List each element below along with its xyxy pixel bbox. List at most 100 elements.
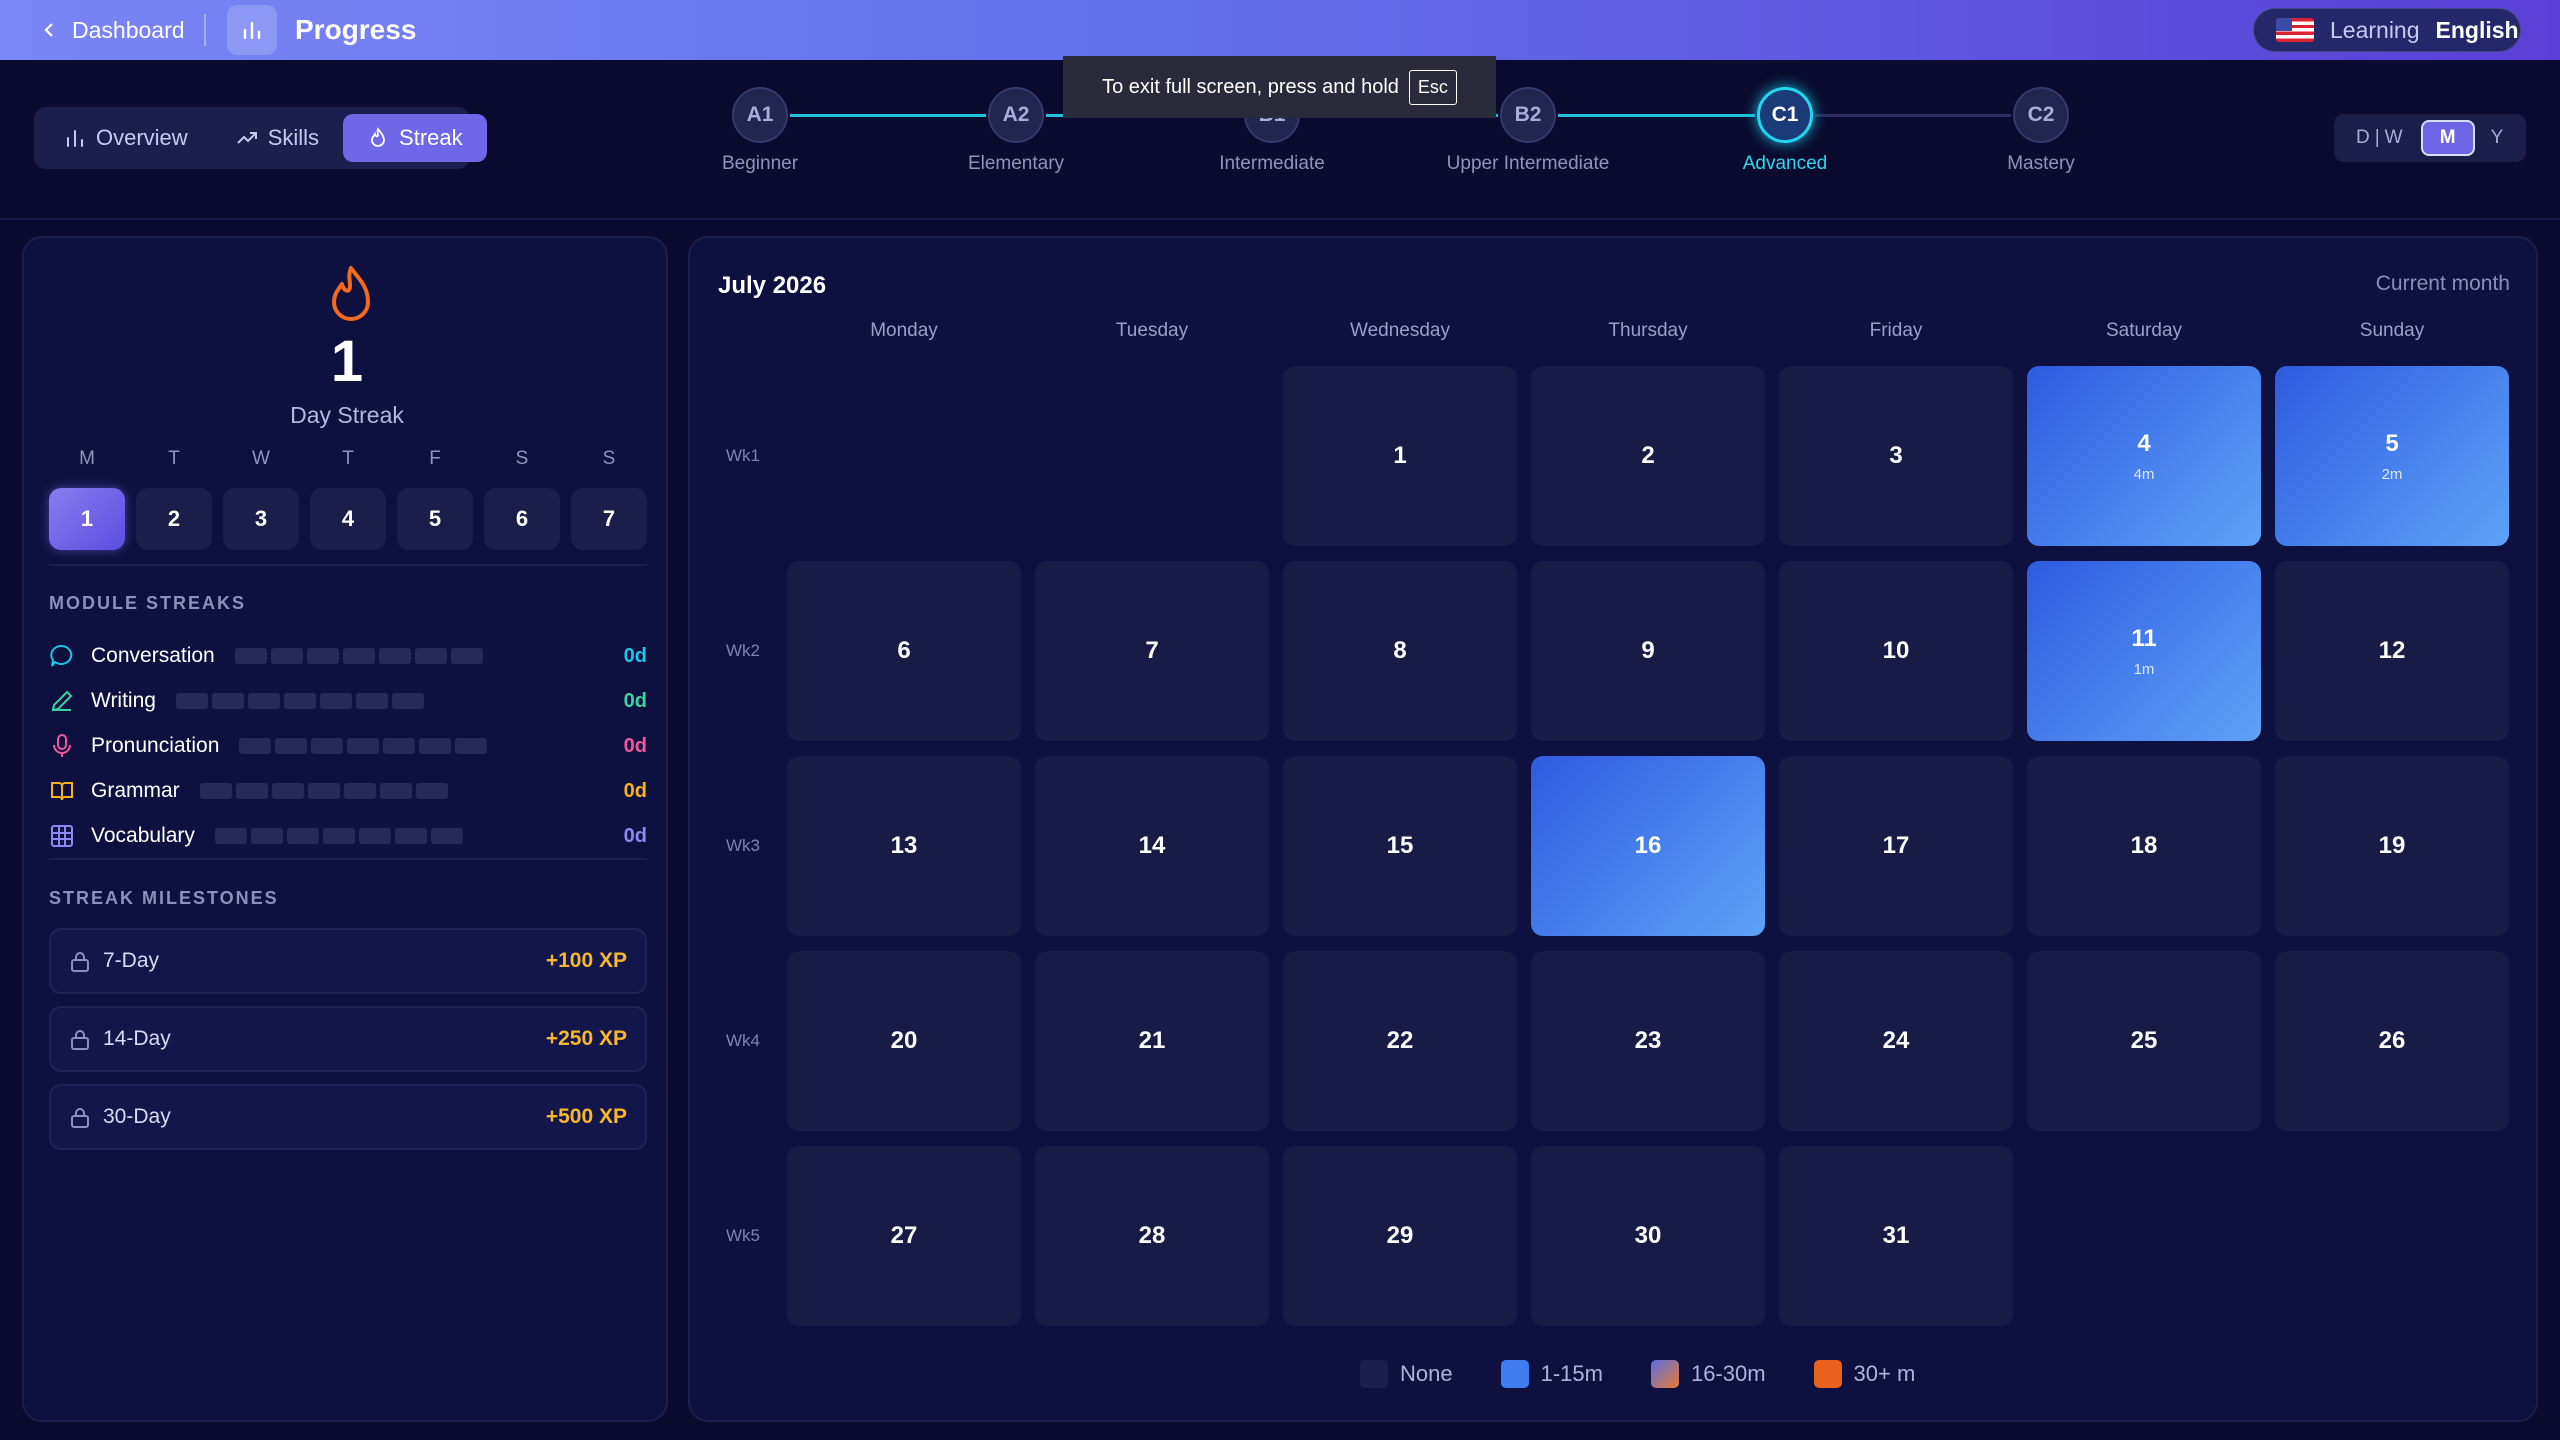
weekday-letter: W bbox=[252, 448, 270, 469]
week-day[interactable]: 2 bbox=[136, 488, 212, 550]
top-divider bbox=[204, 14, 206, 46]
chat-bubble-icon bbox=[50, 644, 73, 667]
day-number: 16 bbox=[1634, 832, 1662, 859]
level-code: A2 bbox=[988, 87, 1044, 143]
calendar-day[interactable]: 3 bbox=[1779, 366, 2013, 546]
calendar-day[interactable]: 31 bbox=[1779, 1146, 2013, 1326]
week-day[interactable]: 5 bbox=[397, 488, 473, 550]
level-code: B2 bbox=[1500, 87, 1556, 143]
trend-up-icon bbox=[236, 132, 257, 144]
streak-bar bbox=[322, 828, 355, 844]
calendar-day[interactable]: 14 bbox=[1035, 756, 1269, 936]
period-week[interactable]: W bbox=[2385, 127, 2403, 149]
tab-overview[interactable]: Overview bbox=[40, 114, 212, 162]
microphone-icon bbox=[53, 734, 71, 757]
level-step-c1[interactable]: C1 Advanced bbox=[1695, 87, 1875, 175]
week-day-column: T2 bbox=[136, 448, 212, 550]
level-code: C2 bbox=[2013, 87, 2069, 143]
calendar-day[interactable]: 11 1m bbox=[2027, 561, 2261, 741]
streak-bar bbox=[379, 783, 412, 799]
tab-streak[interactable]: Streak bbox=[343, 114, 487, 162]
module-row-grammar: Grammar 0d bbox=[49, 776, 647, 806]
day-number: 26 bbox=[2378, 1027, 2406, 1054]
flame-icon bbox=[332, 266, 370, 321]
weekday-header: Saturday bbox=[2105, 320, 2183, 341]
week-day[interactable]: 4 bbox=[310, 488, 386, 550]
week-label: Wk1 bbox=[726, 446, 760, 465]
back-to-dashboard-button[interactable]: Dashboard bbox=[40, 12, 185, 48]
period-month[interactable]: M bbox=[2420, 120, 2475, 156]
module-name: Vocabulary bbox=[91, 824, 195, 847]
calendar-day[interactable]: 28 bbox=[1035, 1146, 1269, 1326]
tab-skills[interactable]: Skills bbox=[212, 114, 343, 162]
week-label: Wk5 bbox=[726, 1226, 760, 1245]
calendar-day[interactable]: 16 bbox=[1531, 756, 1765, 936]
calendar-day[interactable]: 29 bbox=[1283, 1146, 1517, 1326]
day-number: 8 bbox=[1393, 637, 1407, 664]
language-selector[interactable]: Learning English bbox=[2253, 8, 2521, 52]
weekday-letter: F bbox=[429, 448, 441, 469]
day-number: 2 bbox=[1641, 442, 1655, 469]
milestone-row: 7-Day +100 XP bbox=[49, 928, 647, 994]
streak-bar bbox=[414, 648, 447, 664]
calendar-day[interactable]: 9 bbox=[1531, 561, 1765, 741]
streak-bar bbox=[419, 738, 452, 754]
streak-bar bbox=[271, 783, 304, 799]
module-row-writing: Writing 0d bbox=[49, 686, 647, 716]
streak-bar bbox=[211, 693, 244, 709]
week-day[interactable]: 7 bbox=[571, 488, 647, 550]
calendar-day[interactable]: 15 bbox=[1283, 756, 1517, 936]
view-tabs: Overview Skills Streak bbox=[34, 107, 487, 169]
calendar-day[interactable]: 12 bbox=[2275, 561, 2509, 741]
level-step-c2[interactable]: C2 Mastery bbox=[1951, 87, 2131, 175]
day-number: 1 bbox=[1393, 442, 1407, 469]
streak-bar bbox=[319, 693, 352, 709]
day-number: 3 bbox=[1889, 442, 1903, 469]
streak-label: Day Streak bbox=[290, 402, 404, 428]
toast-text: To exit full screen, press and hold bbox=[1102, 75, 1399, 98]
calendar-day[interactable]: 17 bbox=[1779, 756, 2013, 936]
day-number: 6 bbox=[897, 637, 911, 664]
calendar-day[interactable]: 26 bbox=[2275, 951, 2509, 1131]
calendar-day[interactable]: 2 bbox=[1531, 366, 1765, 546]
weekday-letter: T bbox=[342, 448, 354, 469]
calendar-day[interactable]: 1 bbox=[1283, 366, 1517, 546]
streak-bars bbox=[239, 738, 488, 754]
calendar-day[interactable]: 20 bbox=[787, 951, 1021, 1131]
day-number: 5 bbox=[2385, 429, 2399, 457]
calendar-day[interactable]: 6 bbox=[787, 561, 1021, 741]
calendar-day[interactable]: 30 bbox=[1531, 1146, 1765, 1326]
level-step-a1[interactable]: A1 Beginner bbox=[670, 87, 850, 175]
weekday-header: Friday bbox=[1869, 320, 1923, 341]
weekday-letter: S bbox=[602, 448, 616, 469]
calendar-day[interactable]: 5 2m bbox=[2275, 366, 2509, 546]
calendar-day[interactable]: 25 bbox=[2027, 951, 2261, 1131]
calendar-day[interactable]: 10 bbox=[1779, 561, 2013, 741]
week-day[interactable]: 1 bbox=[49, 488, 125, 550]
calendar-day[interactable]: 4 4m bbox=[2027, 366, 2261, 546]
week-day[interactable]: 6 bbox=[484, 488, 560, 550]
period-year[interactable]: Y bbox=[2491, 127, 2504, 149]
period-day[interactable]: D bbox=[2356, 127, 2370, 149]
level-code: C1 bbox=[1757, 87, 1813, 143]
calendar-day[interactable]: 24 bbox=[1779, 951, 2013, 1131]
calendar-day[interactable]: 21 bbox=[1035, 951, 1269, 1131]
calendar-day[interactable]: 23 bbox=[1531, 951, 1765, 1131]
chevron-left-icon bbox=[44, 23, 53, 37]
calendar-day[interactable]: 19 bbox=[2275, 756, 2509, 936]
calendar-day[interactable]: 13 bbox=[787, 756, 1021, 936]
day-number: 24 bbox=[1882, 1027, 1910, 1054]
week-day[interactable]: 3 bbox=[223, 488, 299, 550]
calendar-day[interactable]: 7 bbox=[1035, 561, 1269, 741]
top-bar: Dashboard Progress Learning English bbox=[0, 0, 2560, 60]
streak-bar bbox=[250, 828, 283, 844]
streak-bar bbox=[275, 738, 308, 754]
calendar-day[interactable]: 8 bbox=[1283, 561, 1517, 741]
calendar-day[interactable]: 22 bbox=[1283, 951, 1517, 1131]
level-name: Advanced bbox=[1742, 153, 1828, 174]
streak-bar bbox=[270, 648, 303, 664]
streak-bar bbox=[234, 648, 267, 664]
calendar-day[interactable]: 27 bbox=[787, 1146, 1021, 1326]
week-day-column: F5 bbox=[397, 448, 473, 550]
calendar-day[interactable]: 18 bbox=[2027, 756, 2261, 936]
